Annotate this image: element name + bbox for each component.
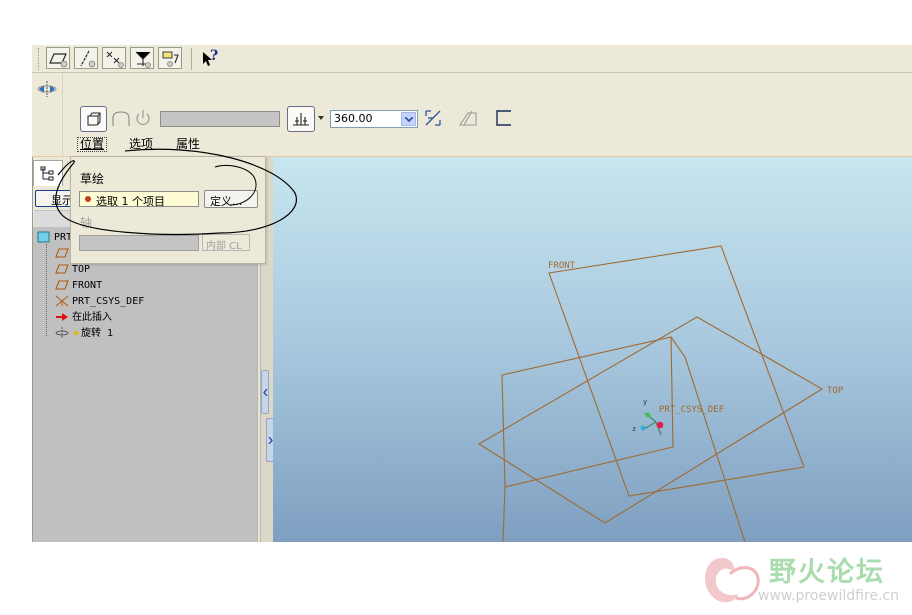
annotation-ellipse bbox=[55, 148, 298, 236]
new-feature-star-icon bbox=[72, 329, 80, 337]
datum-axis-display-icon[interactable] bbox=[74, 47, 98, 69]
tree-branch-line bbox=[46, 244, 48, 336]
watermark-url: www.proewildfire.cn bbox=[758, 588, 900, 604]
axis-collector-field[interactable] bbox=[160, 111, 280, 127]
flip-angle-direction-icon[interactable] bbox=[424, 109, 442, 127]
tree-item-csys[interactable]: PRT_CSYS_DEF bbox=[55, 294, 144, 310]
tree-item-label: 旋转 1 bbox=[81, 328, 114, 339]
datum-plane-display-icon[interactable] bbox=[46, 47, 70, 69]
solid-type-button[interactable] bbox=[80, 106, 107, 132]
tree-item-label: 在此插入 bbox=[72, 312, 112, 323]
context-help-button[interactable]: ? bbox=[200, 48, 224, 70]
part-icon bbox=[37, 231, 50, 243]
variable-angle-icon bbox=[293, 113, 309, 126]
solid-cube-icon bbox=[87, 112, 101, 126]
revolve-feature-icon bbox=[55, 327, 69, 339]
forum-logo-icon bbox=[705, 557, 760, 603]
chevron-down-icon[interactable] bbox=[317, 115, 325, 121]
angle-dropdown-button[interactable] bbox=[401, 112, 416, 126]
csys-label: PRT_CSYS_DEF bbox=[659, 405, 725, 415]
surface-type-icon[interactable] bbox=[111, 110, 131, 128]
csys-z-marker bbox=[640, 425, 646, 431]
tree-item-revolve[interactable]: 旋转 1 bbox=[55, 326, 113, 342]
graphics-viewport[interactable]: FRONT TOP PRT_CSYS_DEF y z bbox=[273, 157, 912, 542]
annotation-display-icon[interactable] bbox=[158, 47, 182, 69]
csys-y-label: y bbox=[643, 398, 648, 406]
model-tree-area: PRT TOP FRONT PRT_CSYS_DEF 在此插入 旋转 1 bbox=[33, 227, 257, 542]
tree-item-label: TOP bbox=[72, 264, 91, 275]
chevron-down-icon bbox=[405, 117, 413, 122]
tree-item-insert-here[interactable]: 在此插入 bbox=[55, 310, 112, 326]
angle-option-button[interactable] bbox=[287, 106, 315, 132]
toolbar-grip bbox=[38, 48, 42, 70]
watermark-title: 野火论坛 bbox=[769, 557, 885, 588]
datum-top-label: TOP bbox=[827, 386, 844, 396]
datum-plane-right bbox=[501, 336, 674, 488]
datum-plane-front bbox=[548, 245, 805, 497]
thicken-sketch-icon[interactable] bbox=[496, 110, 512, 126]
tree-item-label: PRT_CSYS_DEF bbox=[72, 296, 145, 307]
tree-item-top[interactable]: TOP bbox=[55, 262, 90, 278]
remove-material-icon[interactable] bbox=[458, 109, 478, 127]
angle-direction-icon[interactable] bbox=[135, 109, 151, 127]
csys-x-marker bbox=[656, 421, 664, 429]
insert-arrow-icon bbox=[56, 313, 68, 321]
angle-value-select[interactable]: 360.00 bbox=[330, 110, 418, 128]
datum-point-display-icon[interactable] bbox=[102, 47, 126, 69]
coordinate-system-display-icon[interactable] bbox=[130, 47, 154, 69]
csys-z-label: z bbox=[632, 425, 637, 433]
collapse-navigator-handle[interactable] bbox=[261, 370, 269, 414]
csys-y-marker bbox=[645, 412, 651, 418]
datum-plane-icon bbox=[55, 248, 69, 258]
tree-item-label: FRONT bbox=[72, 280, 103, 291]
model-geometry bbox=[477, 245, 824, 542]
tree-item-front[interactable]: FRONT bbox=[55, 278, 102, 294]
coordinate-system-icon bbox=[55, 295, 69, 307]
datum-plane-icon bbox=[55, 264, 69, 274]
revolve-feature-icon[interactable] bbox=[36, 80, 58, 98]
help-question-icon: ? bbox=[210, 48, 219, 64]
angle-value-text: 360.00 bbox=[334, 112, 373, 125]
chevron-left-icon bbox=[263, 389, 268, 396]
datum-front-label: FRONT bbox=[548, 261, 576, 271]
toolbar-separator bbox=[191, 48, 192, 70]
datum-plane-icon bbox=[55, 280, 69, 290]
